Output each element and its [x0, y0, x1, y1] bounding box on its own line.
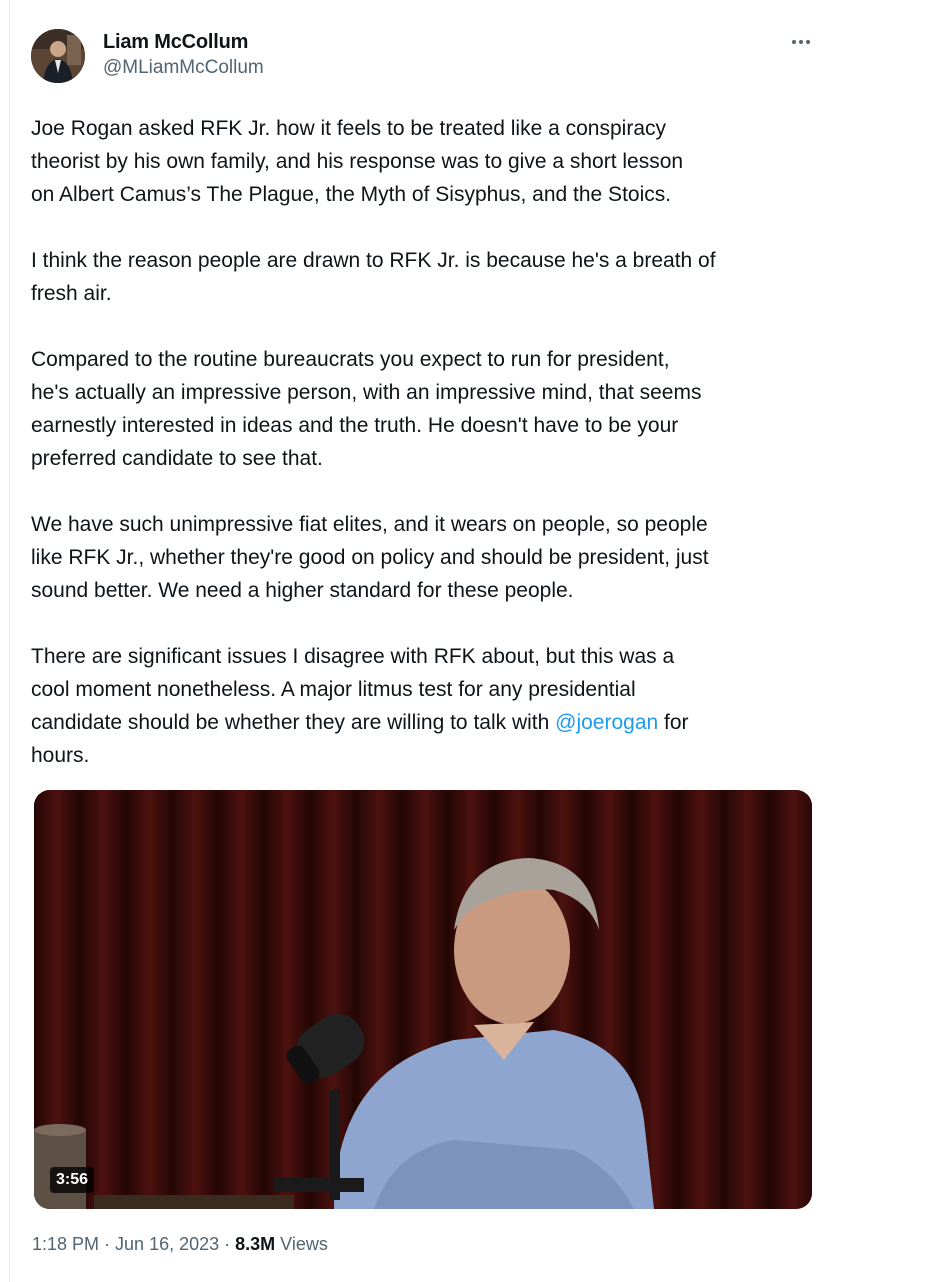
views-label: Views: [275, 1234, 328, 1254]
tweet: Liam McCollum @MLiamMcCollum Joe Rogan a…: [31, 26, 821, 1254]
tweet-time[interactable]: 1:18 PM: [32, 1234, 99, 1254]
separator: ·: [219, 1234, 236, 1254]
views-count: 8.3M: [235, 1234, 276, 1254]
left-border: [9, 0, 10, 1282]
tweet-paragraph: Joe Rogan asked RFK Jr. how it feels to …: [31, 117, 684, 206]
tweet-header: Liam McCollum @MLiamMcCollum: [31, 26, 821, 86]
tweet-paragraph: We have such unimpressive fiat elites, a…: [31, 513, 709, 602]
video-thumbnail: [34, 790, 812, 1209]
tweet-paragraph: I think the reason people are drawn to R…: [31, 249, 716, 305]
mention-link[interactable]: @joerogan: [555, 711, 658, 734]
video-duration-badge: 3:56: [50, 1167, 95, 1193]
ellipsis-icon: [792, 40, 796, 44]
handle[interactable]: @MLiamMcCollum: [103, 56, 264, 80]
tweet-text: Joe Rogan asked RFK Jr. how it feels to …: [31, 112, 821, 772]
avatar-image: [31, 29, 85, 83]
tweet-paragraph: There are significant issues I disagree …: [31, 640, 821, 772]
tweet-date[interactable]: Jun 16, 2023: [115, 1234, 219, 1254]
video-player[interactable]: 3:56: [34, 790, 812, 1209]
tweet-metadata: 1:18 PM · Jun 16, 2023 · 8.3M Views: [32, 1232, 328, 1256]
author-names: Liam McCollum @MLiamMcCollum: [103, 30, 264, 80]
display-name[interactable]: Liam McCollum: [103, 30, 264, 54]
avatar[interactable]: [31, 29, 85, 83]
more-options-button[interactable]: [789, 30, 813, 54]
tweet-paragraph: Compared to the routine bureaucrats you …: [31, 348, 702, 470]
separator: ·: [99, 1234, 116, 1254]
